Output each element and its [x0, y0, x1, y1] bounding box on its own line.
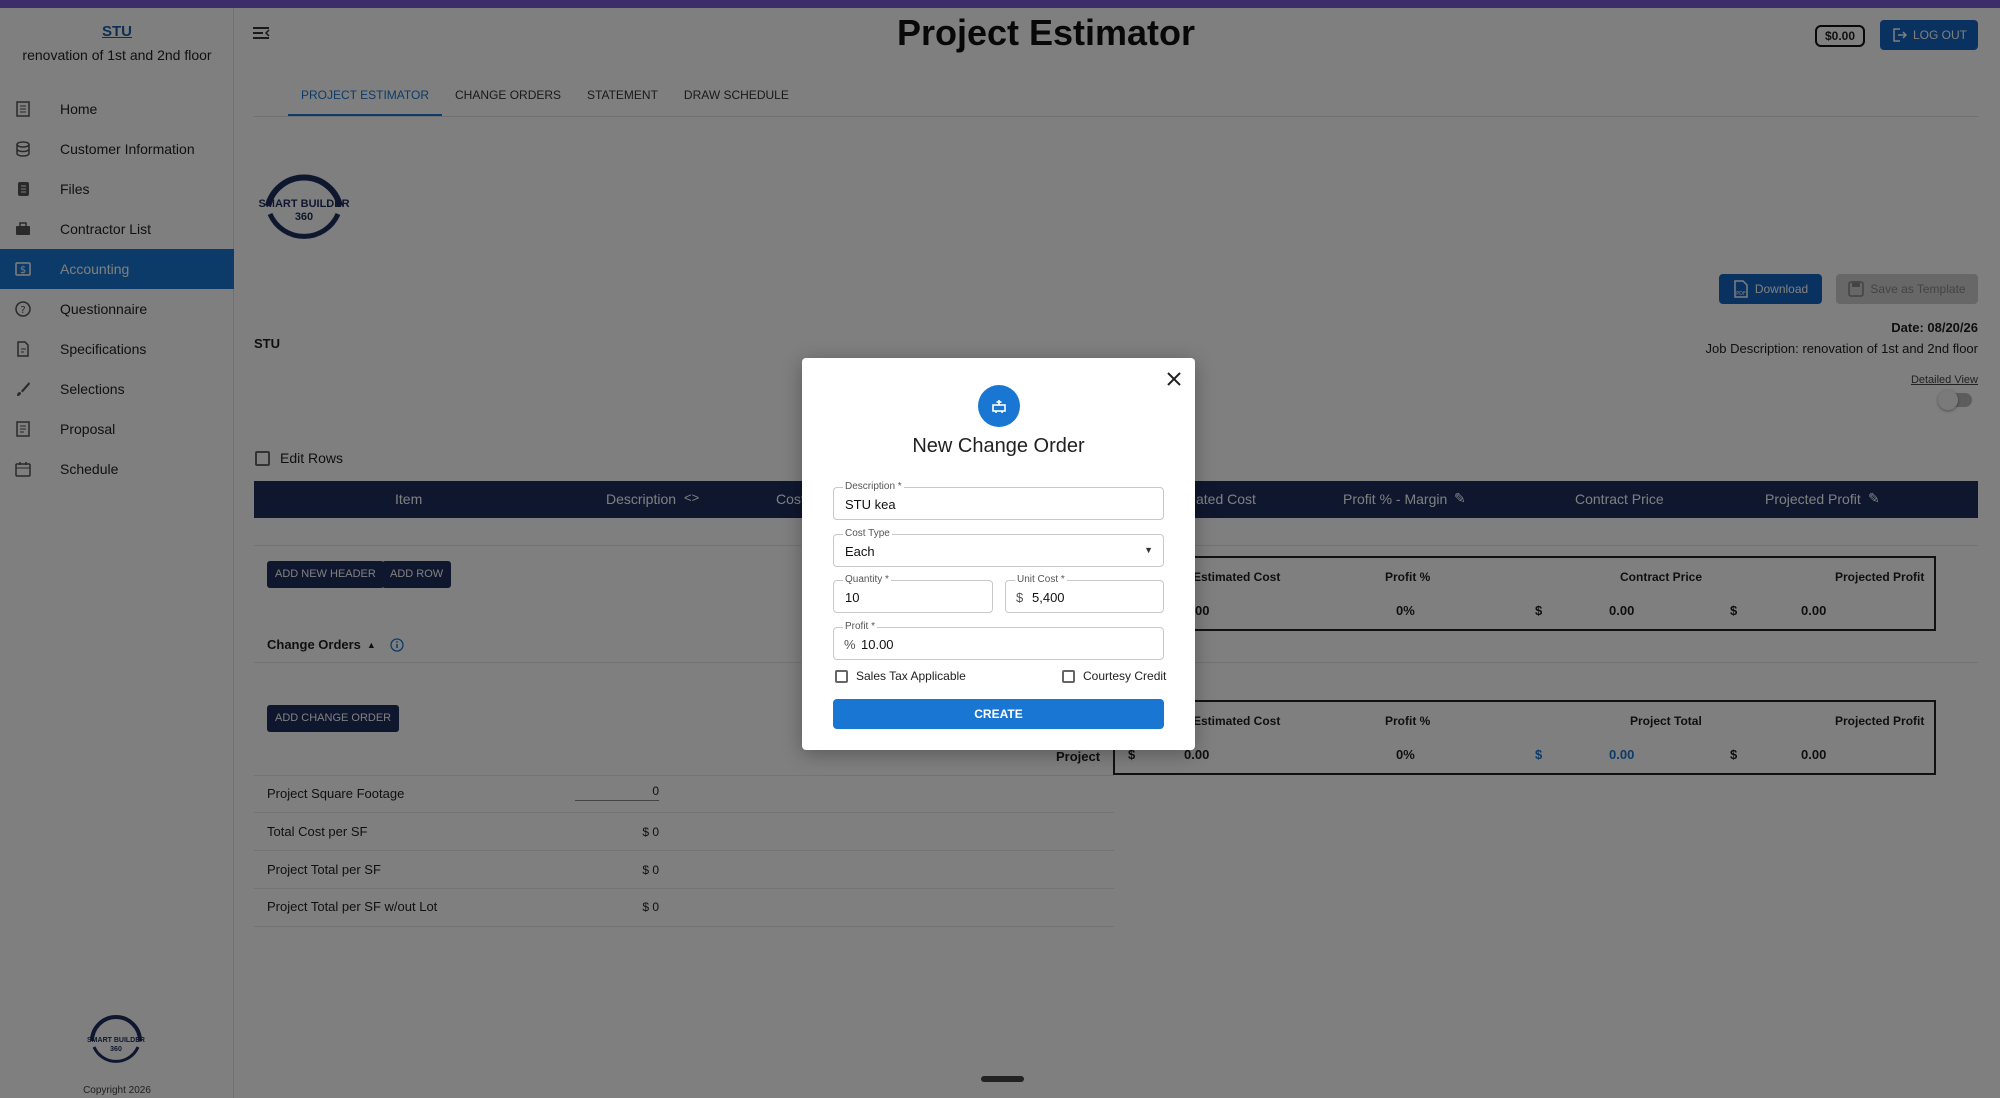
cost-type-select[interactable]: Cost Type Each ▼: [833, 528, 1164, 567]
description-field[interactable]: Description * STU kea: [833, 481, 1164, 520]
quantity-label: Quantity *: [843, 574, 891, 585]
change-order-icon: [978, 385, 1020, 427]
chevron-down-icon: ▼: [1144, 545, 1153, 555]
checkbox-box[interactable]: [835, 669, 848, 683]
description-value: STU kea: [845, 497, 896, 512]
quantity-field[interactable]: Quantity * 10: [833, 574, 993, 613]
description-label: Description *: [843, 481, 904, 492]
courtesy-credit-label: Courtesy Credit: [1083, 669, 1167, 683]
profit-label: Profit *: [843, 621, 878, 632]
checkbox-box[interactable]: [1062, 669, 1075, 683]
unit-cost-value: 5,400: [1032, 590, 1065, 605]
profit-prefix: %: [844, 637, 856, 652]
unit-cost-label: Unit Cost *: [1015, 574, 1067, 585]
courtesy-credit-checkbox[interactable]: Courtesy Credit: [1062, 669, 1166, 683]
unit-cost-prefix: $: [1016, 590, 1024, 605]
quantity-value: 10: [845, 590, 860, 605]
create-button[interactable]: CREATE: [833, 699, 1164, 729]
dialog-title: New Change Order: [912, 435, 1085, 457]
home-indicator: [981, 1076, 1024, 1082]
sales-tax-label: Sales Tax Applicable: [856, 669, 966, 683]
cost-type-value: Each: [845, 544, 875, 559]
cost-type-label: Cost Type: [843, 528, 892, 539]
sales-tax-checkbox[interactable]: Sales Tax Applicable: [835, 669, 966, 683]
unit-cost-field[interactable]: Unit Cost * $ 5,400: [1005, 574, 1164, 613]
new-change-order-dialog: New Change Order Description * STU kea C…: [802, 358, 1195, 750]
profit-value: 10.00: [861, 637, 894, 652]
close-icon[interactable]: [1165, 370, 1183, 388]
profit-field[interactable]: Profit * % 10.00: [833, 621, 1164, 660]
